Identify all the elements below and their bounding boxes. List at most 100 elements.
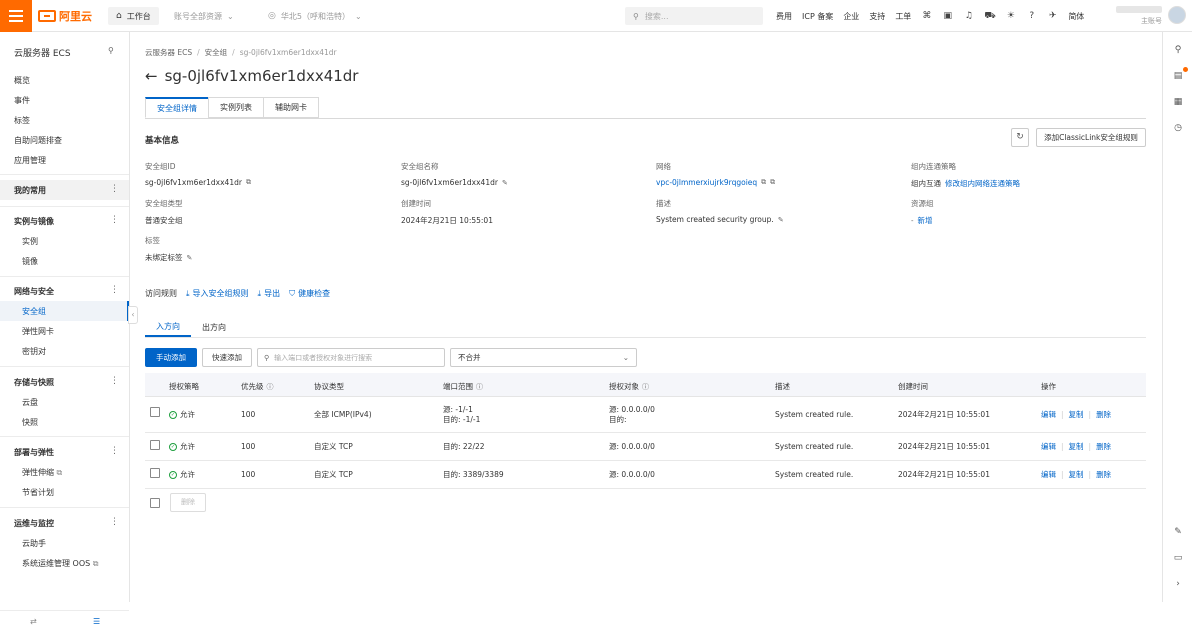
modify-intra-policy-link[interactable]: 修改组内网络连通策略 [945,178,1020,189]
row-checkbox[interactable] [150,407,160,417]
add-classiclink-button[interactable]: 添加ClassicLink安全组规则 [1036,128,1146,147]
image-icon[interactable]: ▣ [942,11,953,22]
more-icon[interactable]: ⋮ [110,184,119,194]
user-info[interactable]: 主账号 [1110,6,1162,26]
sidebar-item-tags[interactable]: 标签 [14,115,30,126]
col-created[interactable]: 创建时间 [898,381,928,392]
notes-icon[interactable]: ▤ [1172,70,1184,82]
breadcrumb-ecs[interactable]: 云服务器 ECS [145,48,192,57]
tab-instances[interactable]: 实例列表 [208,97,264,118]
sidebar-group-deploy[interactable]: 部署与弹性 [14,447,54,458]
edit-icon[interactable]: ✎ [778,216,784,224]
merge-select[interactable]: 不合并 ⌄ [450,348,637,367]
ticket-link[interactable]: 工单 [895,11,911,22]
copy-link[interactable]: 复制 [1069,470,1084,480]
sidebar-item-keypair[interactable]: 密钥对 [22,346,46,357]
select-all-checkbox[interactable] [150,498,160,508]
more-icon[interactable]: ⋮ [110,517,119,527]
row-checkbox[interactable] [150,468,160,478]
sidebar-item-events[interactable]: 事件 [14,95,30,106]
sidebar-group-ops[interactable]: 运维与监控 [14,518,54,529]
global-search-input[interactable]: ⚲ 搜索... [625,7,763,25]
sidebar-item-instance[interactable]: 实例 [22,236,38,247]
enterprise-link[interactable]: 企业 [843,11,859,22]
globe-icon[interactable]: ✈ [1047,11,1058,22]
sidebar-item-snapshot[interactable]: 快照 [22,417,38,428]
icp-link[interactable]: ICP 备案 [802,11,833,22]
sidebar-favorites[interactable]: 我的常用 [14,185,46,196]
sidebar-item-eni[interactable]: 弹性网卡 [22,326,54,337]
help-icon[interactable]: ⓘ [642,383,649,391]
rule-search-input[interactable]: ⚲ 输入端口或者授权对象进行搜索 [257,348,445,367]
copy-icon[interactable]: ⧉ [770,178,775,187]
chevron-right-icon[interactable]: › [1172,578,1184,590]
tab-secondary-eni[interactable]: 辅助网卡 [263,97,319,118]
lightbulb-icon[interactable]: ☀ [1005,11,1016,22]
region-dropdown[interactable]: ◎ 华北5（呼和浩特） ⌄ [268,8,362,24]
edit-link[interactable]: 编辑 [1041,442,1056,452]
sidebar-item-overview[interactable]: 概览 [14,75,30,86]
workbench-button[interactable]: ⌂ 工作台 [108,7,159,25]
manual-add-button[interactable]: 手动添加 [145,348,197,367]
tab-outbound[interactable]: 出方向 [191,317,237,337]
edit-icon[interactable]: ✎ [1172,526,1184,538]
menu-icon[interactable] [0,0,32,32]
sidebar-item-security-group[interactable]: 安全组 [22,306,46,317]
sidebar-item-oos[interactable]: 系统运维管理 OOS ⧉ [22,558,98,569]
col-priority[interactable]: 优先级 ⓘ [241,381,274,392]
col-ops[interactable]: 操作 [1041,381,1056,392]
edit-icon[interactable]: ✎ [502,179,508,187]
sidebar-group-instances[interactable]: 实例与镜像 [14,216,54,227]
sidebar-item-image[interactable]: 镜像 [22,256,38,267]
import-rules-link[interactable]: ⤓ 导入安全组规则 [186,288,249,299]
more-icon[interactable]: ⋮ [110,376,119,386]
bell-icon[interactable]: ♫ [963,11,974,22]
language-switch[interactable]: 简体 [1068,11,1084,22]
refresh-button[interactable]: ↻ [1011,128,1029,147]
search-icon[interactable]: ⚲ [108,46,114,55]
col-protocol[interactable]: 协议类型 [314,381,344,392]
col-port[interactable]: 端口范围 ⓘ [443,381,483,392]
shell-icon[interactable]: ⌘ [921,11,932,22]
edit-link[interactable]: 编辑 [1041,470,1056,480]
copy-icon[interactable]: ⧉ [246,178,251,187]
support-link[interactable]: 支持 [869,11,885,22]
search-icon[interactable]: ⚲ [1172,44,1184,56]
feedback-icon[interactable]: ▭ [1172,552,1184,564]
billing-link[interactable]: 费用 [776,11,792,22]
row-checkbox[interactable] [150,440,160,450]
vpc-link[interactable]: vpc-0jlmmerxiujrk9rqgoieq [656,178,757,187]
quick-add-button[interactable]: 快速添加 [202,348,252,367]
edit-link[interactable]: 编辑 [1041,410,1056,420]
col-desc[interactable]: 描述 [775,381,790,392]
copy-link[interactable]: 复制 [1069,410,1084,420]
account-scope-dropdown[interactable]: 账号全部资源 ⌄ [174,8,234,24]
sidebar-item-apps[interactable]: 应用管理 [14,155,46,166]
more-icon[interactable]: ⋮ [110,446,119,456]
sidebar-item-troubleshoot[interactable]: 自助问题排查 [14,135,62,146]
more-icon[interactable]: ⋮ [110,215,119,225]
health-check-link[interactable]: ⛉ 健康检查 [289,288,330,299]
clock-icon[interactable]: ◷ [1172,122,1184,134]
export-link[interactable]: ⤓ 导出 [258,288,281,299]
copy-link[interactable]: 复制 [1069,442,1084,452]
delete-link[interactable]: 删除 [1096,410,1111,420]
document-icon[interactable]: ▦ [1172,96,1184,108]
col-object[interactable]: 授权对象 ⓘ [609,381,649,392]
edit-icon[interactable]: ✎ [187,254,193,262]
external-link-icon[interactable]: ⧉ [761,178,766,187]
sidebar-item-autoscaling[interactable]: 弹性伸缩 ⧉ [22,467,62,478]
delete-link[interactable]: 删除 [1096,470,1111,480]
col-policy[interactable]: 授权策略 [169,381,199,392]
help-icon[interactable]: ⓘ [267,383,274,391]
cart-icon[interactable]: ⛟ [984,11,995,22]
menu-list-icon[interactable]: ☰ [93,617,100,626]
sidebar-group-storage[interactable]: 存储与快照 [14,377,54,388]
sidebar-group-network[interactable]: 网络与安全 [14,286,54,297]
switch-icon[interactable]: ⇄ [30,617,37,626]
batch-delete-button[interactable]: 删除 [170,493,206,512]
more-icon[interactable]: ⋮ [110,285,119,295]
add-resource-group-link[interactable]: 新增 [918,215,933,226]
help-icon[interactable]: ? [1026,11,1037,22]
back-arrow-icon[interactable]: ← [145,67,158,85]
